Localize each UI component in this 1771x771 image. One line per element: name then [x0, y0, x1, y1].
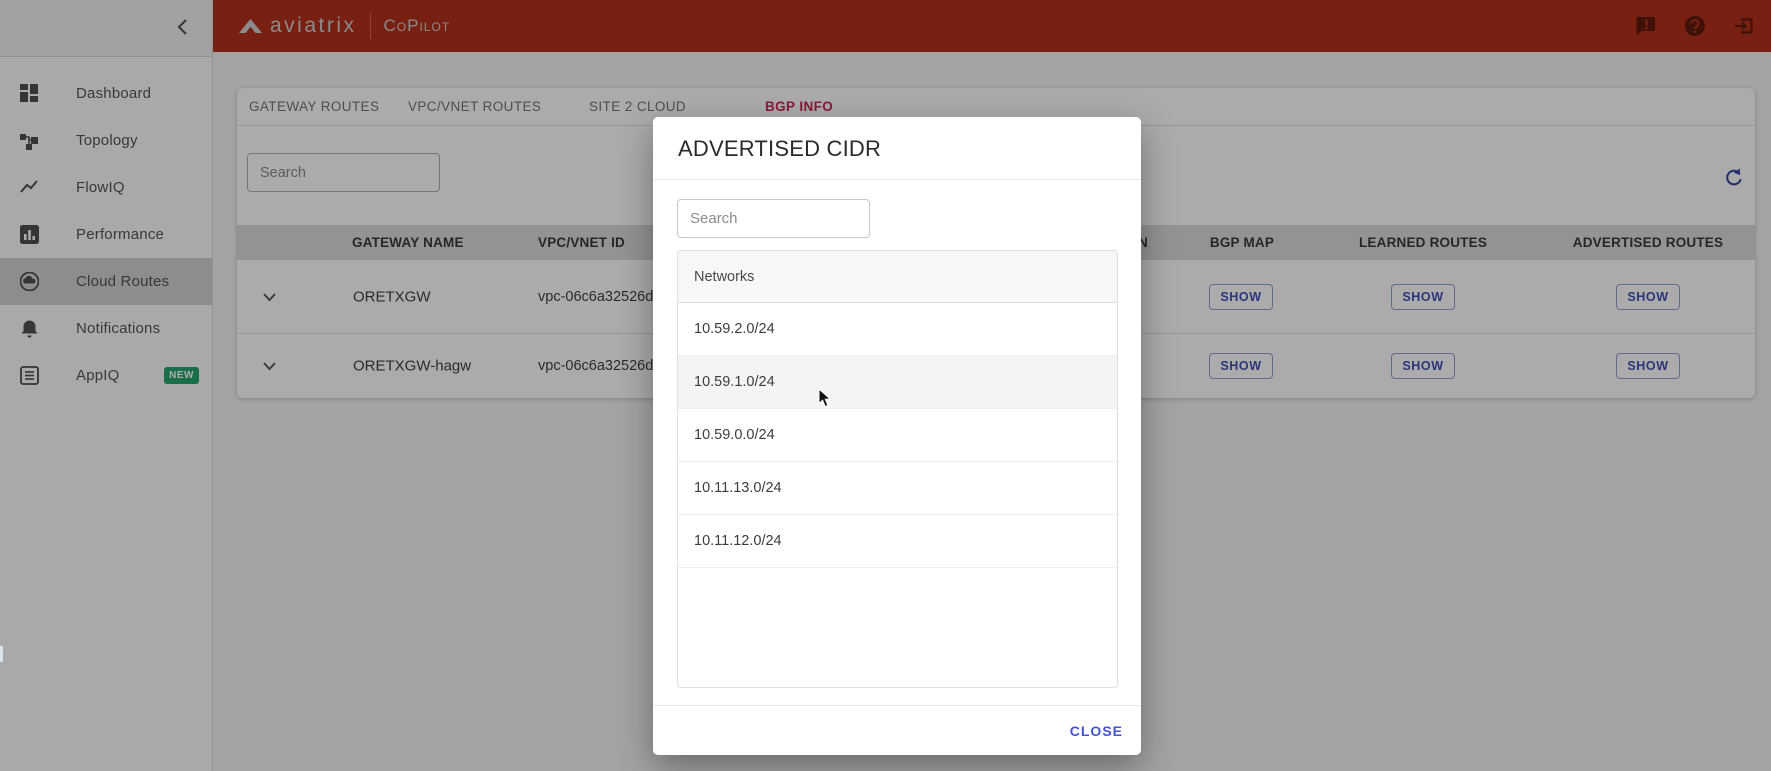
advertised-cidr-dialog: ADVERTISED CIDR Networks 10.59.2.0/24 10… — [653, 117, 1141, 755]
list-item[interactable]: 10.59.2.0/24 — [678, 303, 1117, 356]
copilot-app: Dashboard Topology FlowIQ — [0, 0, 1771, 771]
cidr-search-input[interactable] — [677, 199, 870, 238]
list-item[interactable]: 10.59.0.0/24 — [678, 409, 1117, 462]
edge-artifact — [0, 646, 3, 662]
networks-list-header: Networks — [678, 251, 1117, 303]
dialog-footer: CLOSE — [653, 705, 1141, 755]
networks-list: Networks 10.59.2.0/24 10.59.1.0/24 10.59… — [677, 250, 1118, 688]
list-item[interactable]: 10.11.13.0/24 — [678, 462, 1117, 515]
dialog-header: ADVERTISED CIDR — [653, 117, 1141, 180]
close-button[interactable]: CLOSE — [1070, 706, 1123, 756]
dialog-title: ADVERTISED CIDR — [678, 117, 1141, 180]
list-item[interactable]: 10.59.1.0/24 — [678, 356, 1117, 409]
list-item[interactable]: 10.11.12.0/24 — [678, 515, 1117, 568]
